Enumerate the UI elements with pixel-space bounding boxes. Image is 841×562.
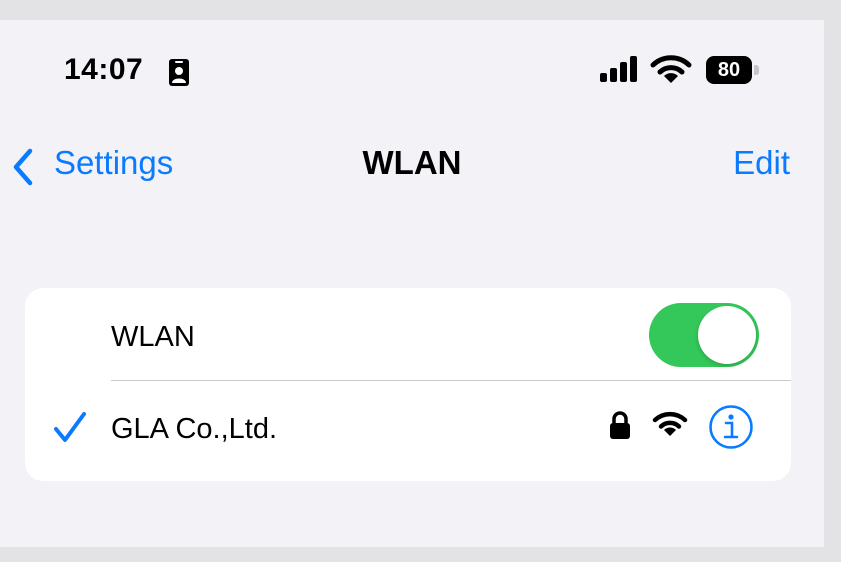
status-time: 14:07 <box>64 53 144 86</box>
battery-level: 80 <box>717 58 741 81</box>
lock-icon <box>610 411 630 439</box>
settings-screen: 14:07 80 Settings WLAN Edit WLAN GLA Co.… <box>0 20 824 547</box>
battery-icon: 80 <box>706 56 752 84</box>
wlan-toggle-label: WLAN <box>111 321 195 353</box>
status-bar: 14:07 80 <box>0 20 824 125</box>
id-card-icon <box>169 59 189 86</box>
battery-cap <box>754 65 759 75</box>
info-icon[interactable] <box>708 404 754 450</box>
network-name: GLA Co.,Ltd. <box>111 413 278 445</box>
wlan-settings-group: WLAN GLA Co.,Ltd. <box>25 288 791 481</box>
connected-network-row[interactable]: GLA Co.,Ltd. <box>25 381 791 481</box>
cellular-signal-icon <box>600 56 637 82</box>
wlan-toggle-row: WLAN <box>25 288 791 380</box>
checkmark-icon <box>54 412 86 442</box>
page-title: WLAN <box>362 144 462 181</box>
wlan-toggle[interactable] <box>649 303 759 367</box>
toggle-knob <box>698 306 756 364</box>
wifi-signal-icon <box>652 411 688 436</box>
wifi-icon <box>650 55 692 83</box>
edit-button[interactable]: Edit <box>733 144 790 182</box>
